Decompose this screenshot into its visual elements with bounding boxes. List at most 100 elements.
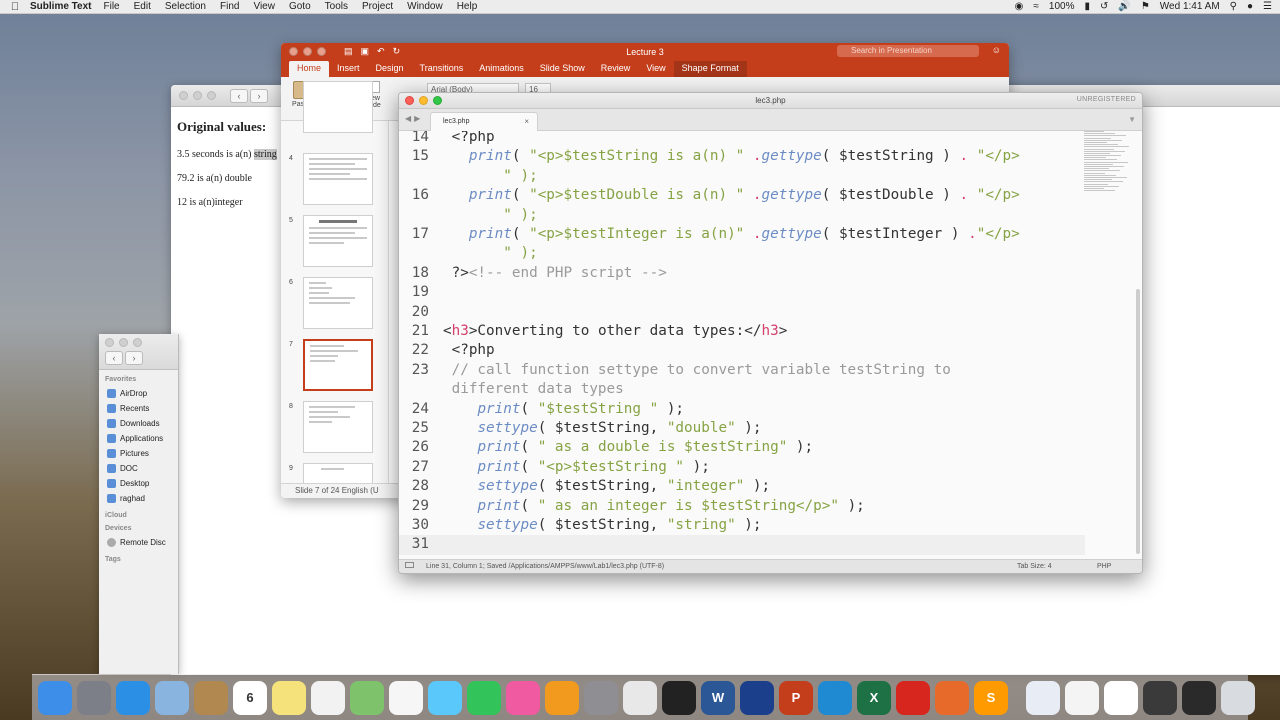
code-line[interactable]: 18 ?><!-- end PHP script -->	[399, 264, 667, 283]
back-icon[interactable]: ‹	[230, 88, 248, 103]
sidebar-item-downloads[interactable]: Downloads	[99, 416, 178, 431]
minimize-icon[interactable]	[119, 338, 128, 347]
slide-thumbnail[interactable]: 8	[281, 401, 389, 457]
chrome-icon[interactable]	[623, 680, 657, 715]
system-preferences-icon[interactable]	[584, 680, 618, 715]
png-file-icon[interactable]	[1026, 680, 1060, 715]
sublime-text-icon[interactable]: S	[974, 680, 1008, 715]
safari-icon[interactable]	[116, 680, 150, 715]
sidebar-item-applications[interactable]: Applications	[99, 431, 178, 446]
back-icon[interactable]: ‹	[105, 351, 123, 365]
tab-design[interactable]: Design	[368, 61, 412, 77]
apple-menu-icon[interactable]: 	[0, 1, 30, 13]
wifi-icon[interactable]: ≈	[1033, 1, 1039, 12]
trash-icon[interactable]	[1221, 680, 1255, 715]
menu-tools[interactable]: Tools	[325, 1, 348, 12]
sidebar-item-pictures[interactable]: Pictures	[99, 446, 178, 461]
slide-thumbnail[interactable]: 5	[281, 215, 389, 271]
powerpoint-icon[interactable]: P	[779, 680, 813, 715]
menu-file[interactable]: File	[104, 1, 120, 12]
acrobat-icon[interactable]	[896, 680, 930, 715]
slide-thumbnail[interactable]: 6	[281, 277, 389, 333]
battery-icon[interactable]: ▮	[1084, 1, 1090, 12]
menu-find[interactable]: Find	[220, 1, 239, 12]
photos-icon[interactable]	[389, 680, 423, 715]
code-line[interactable]: 21 <h3>Converting to other data types:</h…	[399, 322, 788, 341]
sidebar-item-doc[interactable]: DOC	[99, 461, 178, 476]
tab-nav-arrows-icon[interactable]: ◀▶	[405, 114, 423, 123]
sidebar-item-remote-disc[interactable]: Remote Disc	[99, 535, 178, 550]
battery-percent[interactable]: 100%	[1049, 1, 1075, 12]
maps-icon[interactable]	[350, 680, 384, 715]
app-menu[interactable]: Sublime Text	[30, 1, 92, 12]
code-editor[interactable]: 14 <?php 15 print( "<p>$testString is a(n…	[399, 131, 1085, 563]
code-line[interactable]: " );	[399, 206, 537, 225]
code-line[interactable]: 25 settype( $testString, "double" );	[399, 419, 762, 438]
minimap[interactable]	[1084, 131, 1130, 201]
code-line[interactable]: 20	[399, 303, 443, 322]
code-line[interactable]: 14 <?php	[399, 131, 495, 147]
calendar-icon[interactable]: 6	[233, 680, 267, 715]
code-line[interactable]: 27 print( "<p>$testString " );	[399, 458, 710, 477]
sidebar-item-raghad[interactable]: raghad	[99, 491, 178, 506]
code-line[interactable]: 19	[399, 283, 443, 302]
tab-shape-format[interactable]: Shape Format	[673, 61, 747, 77]
code-line[interactable]: 22 <?php	[399, 341, 495, 360]
finder-icon[interactable]	[38, 680, 72, 715]
tab-transitions[interactable]: Transitions	[412, 61, 472, 77]
code-line-current[interactable]: 31	[399, 535, 1085, 555]
vertical-scrollbar[interactable]	[1136, 289, 1140, 554]
preview-icon[interactable]	[155, 680, 189, 715]
code-line[interactable]: 30 settype( $testString, "string" );	[399, 516, 762, 535]
code-line[interactable]: 15 print( "<p>$testString is a(n) " .get…	[399, 147, 1020, 166]
tab-insert[interactable]: Insert	[329, 61, 368, 77]
ppt-search-input[interactable]: Search in Presentation	[837, 45, 979, 57]
vscode-icon[interactable]	[818, 680, 852, 715]
tab-animations[interactable]: Animations	[471, 61, 532, 77]
node-file-icon[interactable]	[1182, 680, 1216, 715]
document-file-icon[interactable]	[1104, 680, 1138, 715]
slide-thumbnail-selected[interactable]: 7	[281, 339, 389, 395]
ibooks-icon[interactable]	[545, 680, 579, 715]
facetime-icon[interactable]	[467, 680, 501, 715]
slide-thumbnail[interactable]	[281, 81, 389, 137]
slide-thumbnail[interactable]: 4	[281, 153, 389, 209]
code-line[interactable]: 26 print( " as a double is $testString" …	[399, 438, 813, 457]
menu-goto[interactable]: Goto	[289, 1, 311, 12]
code-line[interactable]: 17 print( "<p>$testInteger is a(n)" .get…	[399, 225, 1020, 244]
tab-lec3-php[interactable]: lec3.php ×	[430, 112, 538, 131]
word-icon[interactable]: W	[701, 680, 735, 715]
reminders-icon[interactable]	[311, 680, 345, 715]
tab-dropdown-icon[interactable]: ▼	[1128, 115, 1136, 124]
zoom-icon[interactable]	[207, 91, 216, 100]
menu-help[interactable]: Help	[457, 1, 478, 12]
code-line[interactable]: 24 print( "$testString " );	[399, 400, 684, 419]
tab-review[interactable]: Review	[593, 61, 639, 77]
user-icon[interactable]: ●	[1247, 1, 1253, 12]
itunes-icon[interactable]	[506, 680, 540, 715]
volume-icon[interactable]: 🔊	[1118, 1, 1130, 12]
menu-project[interactable]: Project	[362, 1, 393, 12]
menu-selection[interactable]: Selection	[165, 1, 206, 12]
code-line[interactable]: 23 // call function settype to convert v…	[399, 361, 951, 380]
notification-center-icon[interactable]: ☰	[1263, 1, 1272, 12]
syntax-indicator[interactable]: PHP	[1097, 560, 1111, 573]
menu-edit[interactable]: Edit	[134, 1, 151, 12]
menu-view[interactable]: View	[253, 1, 275, 12]
code-line[interactable]: " );	[399, 244, 537, 263]
notes-icon[interactable]	[272, 680, 306, 715]
screenshot-file-icon[interactable]	[1065, 680, 1099, 715]
code-line[interactable]: different data types	[399, 380, 624, 399]
sidebar-item-airdrop[interactable]: AirDrop	[99, 386, 178, 401]
record-icon[interactable]: ◉	[1015, 1, 1024, 12]
tab-size-indicator[interactable]: Tab Size: 4	[1017, 560, 1052, 573]
window-thumb-icon[interactable]	[1143, 680, 1177, 715]
code-line[interactable]: " );	[399, 167, 537, 186]
contacts-icon[interactable]	[194, 680, 228, 715]
zoom-icon[interactable]	[133, 338, 142, 347]
spotlight-search-icon[interactable]: ⚲	[1230, 1, 1237, 12]
close-icon[interactable]	[105, 338, 114, 347]
terminal-icon[interactable]	[662, 680, 696, 715]
sidebar-item-recents[interactable]: Recents	[99, 401, 178, 416]
code-line[interactable]: 16 print( "<p>$testDouble is a(n) " .get…	[399, 186, 1020, 205]
